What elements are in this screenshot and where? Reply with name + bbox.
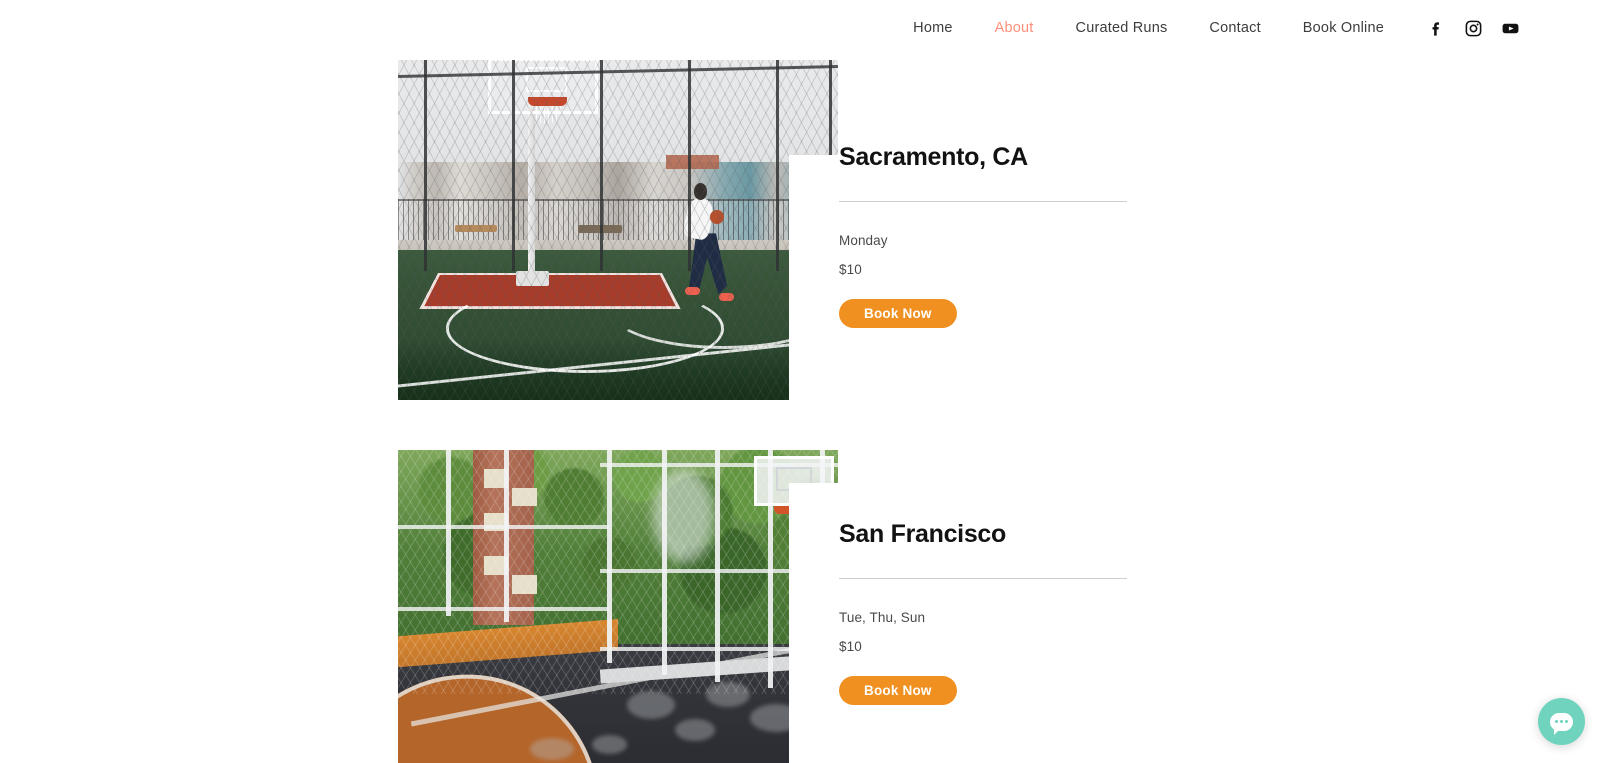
location-row-sacramento: Sacramento, CA Monday $10 Book Now xyxy=(0,60,1600,435)
location-photo-sacramento xyxy=(398,60,838,400)
location-title: Sacramento, CA xyxy=(839,143,1028,171)
location-days: Tue, Thu, Sun xyxy=(839,609,926,625)
location-price: $10 xyxy=(839,261,862,277)
location-photo-san-francisco xyxy=(398,450,838,763)
location-row-san-francisco: San Francisco Tue, Thu, Sun $10 Book Now xyxy=(0,450,1600,763)
book-now-button[interactable]: Book Now xyxy=(839,675,957,705)
card-divider xyxy=(839,577,1127,579)
nav-item-curated-runs[interactable]: Curated Runs xyxy=(1055,21,1189,36)
primary-navigation: Home About Curated Runs Contact Book Onl… xyxy=(892,0,1520,57)
location-price: $10 xyxy=(839,638,862,654)
location-card-san-francisco: San Francisco Tue, Thu, Sun $10 Book Now xyxy=(839,520,1139,705)
location-days: Monday xyxy=(839,232,888,248)
chat-widget-button[interactable] xyxy=(1538,698,1585,745)
nav-item-about[interactable]: About xyxy=(974,21,1055,36)
site-header: Home About Curated Runs Contact Book Onl… xyxy=(0,0,1600,57)
chat-bubble-icon xyxy=(1550,712,1573,735)
card-divider xyxy=(839,200,1127,202)
youtube-icon[interactable] xyxy=(1501,19,1520,38)
nav-item-contact[interactable]: Contact xyxy=(1188,21,1281,36)
location-card-sacramento: Sacramento, CA Monday $10 Book Now xyxy=(839,143,1139,328)
social-icon-bar xyxy=(1427,19,1520,38)
instagram-icon[interactable] xyxy=(1464,19,1483,38)
facebook-icon[interactable] xyxy=(1427,19,1446,38)
book-now-button[interactable]: Book Now xyxy=(839,298,957,328)
location-title: San Francisco xyxy=(839,520,1006,548)
nav-item-home[interactable]: Home xyxy=(892,21,973,36)
page-root: Home About Curated Runs Contact Book Onl… xyxy=(0,0,1600,763)
nav-item-book-online[interactable]: Book Online xyxy=(1282,21,1405,36)
